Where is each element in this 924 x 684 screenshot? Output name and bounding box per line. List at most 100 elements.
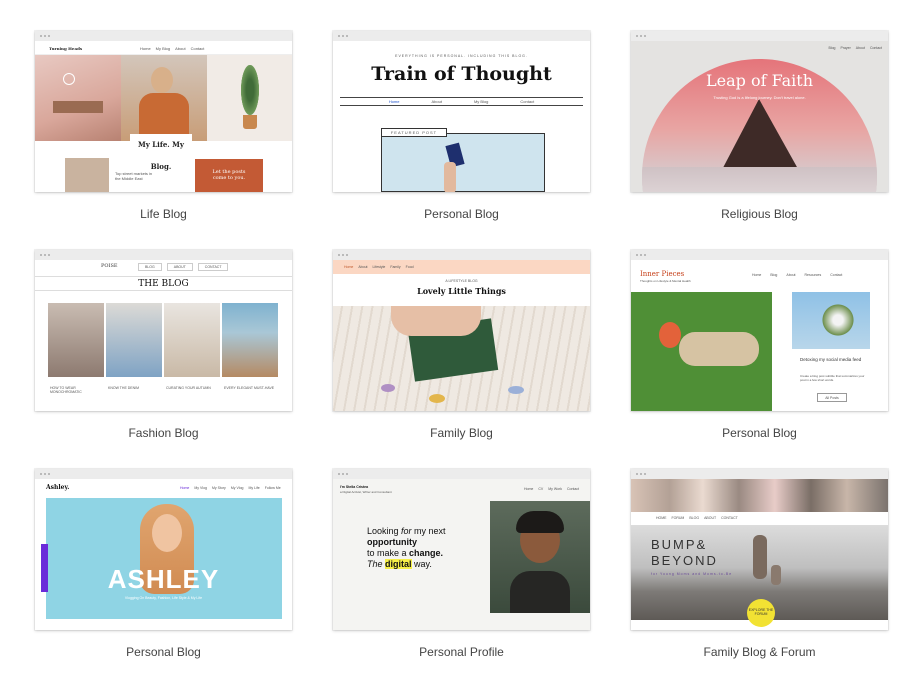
blog-subtitle: for Young Moms and Moms-to-Be bbox=[651, 572, 733, 576]
featured-image bbox=[381, 133, 545, 192]
post-image bbox=[792, 292, 870, 349]
template-preview: I'm Stella Cristea a Digital Activist, W… bbox=[333, 479, 590, 630]
photo-woman bbox=[121, 55, 207, 141]
photo-plant bbox=[207, 55, 292, 141]
browser-chrome bbox=[631, 250, 888, 260]
post-title: KNOW THE DENIM bbox=[108, 386, 140, 390]
template-thumbnail[interactable]: POISE BLOG ABOUT CONTACT THE BLOG HOW TO W… bbox=[35, 250, 292, 411]
post-image bbox=[222, 303, 278, 377]
browser-chrome bbox=[333, 250, 590, 260]
preview-nav: Home My Blog About Contact bbox=[140, 46, 205, 51]
template-thumbnail[interactable]: Inner Pieces Thoughts on Lifestyle & Men… bbox=[631, 250, 888, 411]
blog-title: Inner Pieces bbox=[640, 270, 685, 278]
tagline: EVERYTHING IS PERSONAL. INCLUDING THIS B… bbox=[395, 54, 528, 58]
template-preview: EVERYTHING IS PERSONAL. INCLUDING THIS B… bbox=[333, 41, 590, 192]
template-caption: Fashion Blog bbox=[128, 426, 199, 440]
template-card-personal-blog-1[interactable]: EVERYTHING IS PERSONAL. INCLUDING THIS B… bbox=[333, 31, 590, 221]
profile-photo bbox=[490, 501, 590, 613]
template-caption: Personal Profile bbox=[419, 645, 504, 659]
browser-chrome bbox=[333, 469, 590, 479]
hero-text: Looking for my next opportunity to make … bbox=[367, 526, 446, 569]
template-card-family-blog[interactable]: Home About Lifestyle Family Food A LIFESTYLE… bbox=[333, 250, 590, 440]
browser-chrome bbox=[35, 31, 292, 41]
template-card-life-blog[interactable]: Turning Heads Home My Blog About Contact My… bbox=[35, 31, 292, 221]
site-subtitle: a Digital Activist, Writer and Consultan… bbox=[340, 490, 392, 494]
template-thumbnail[interactable]: Home About Lifestyle Family Food A LIFESTYLE… bbox=[333, 250, 590, 411]
template-card-personal-profile[interactable]: I'm Stella Cristea a Digital Activist, W… bbox=[333, 469, 590, 659]
hero-name: ASHLEY bbox=[107, 564, 220, 594]
template-card-religious-blog[interactable]: Blog Prayer About Contact Leap of Faith Tru… bbox=[631, 31, 888, 221]
post-image bbox=[65, 158, 109, 192]
template-caption: Personal Blog bbox=[722, 426, 797, 440]
hero-subtitle: Vlogging On Beauty, Fashion, Life Style … bbox=[124, 596, 203, 600]
photo-interior bbox=[35, 55, 121, 141]
template-card-personal-blog-3[interactable]: Ashley. Home My Vlog My Story My Vlog My Lif… bbox=[35, 469, 292, 659]
template-caption: Personal Blog bbox=[424, 207, 499, 221]
template-card-family-blog-forum[interactable]: HOME FORUM BLOG ABOUT CONTACT BUMP& BEYOND f… bbox=[631, 469, 888, 659]
post-title: CURATING YOUR AUTUMN bbox=[166, 386, 211, 390]
template-preview: HOME FORUM BLOG ABOUT CONTACT BUMP& BEYOND f… bbox=[631, 479, 888, 630]
template-caption: Religious Blog bbox=[721, 207, 798, 221]
template-caption: Family Blog & Forum bbox=[703, 645, 816, 659]
preview-nav: Home CV My Work Contact bbox=[524, 487, 580, 491]
template-caption: Family Blog bbox=[430, 426, 493, 440]
hero-image bbox=[333, 306, 590, 411]
template-caption: Life Blog bbox=[140, 207, 187, 221]
post-image bbox=[48, 303, 104, 377]
template-preview: Inner Pieces Thoughts on Lifestyle & Men… bbox=[631, 260, 888, 411]
blog-title: Lovely Little Things bbox=[417, 286, 506, 296]
headline: My Life. My Blog. bbox=[130, 134, 192, 171]
template-preview: Home About Lifestyle Family Food A LIFESTYLE… bbox=[333, 260, 590, 411]
all-posts-button: All Posts bbox=[817, 393, 847, 402]
cta-box: Let the posts come to you. bbox=[195, 159, 263, 192]
template-thumbnail[interactable]: Turning Heads Home My Blog About Contact My… bbox=[35, 31, 292, 192]
site-name: Ashley. bbox=[46, 484, 70, 491]
browser-chrome bbox=[631, 469, 888, 479]
preview-nav: Home Blog About Resources Contact bbox=[752, 273, 843, 277]
template-thumbnail[interactable]: I'm Stella Cristea a Digital Activist, W… bbox=[333, 469, 590, 630]
template-preview: Ashley. Home My Vlog My Story My Vlog My Lif… bbox=[35, 479, 292, 630]
browser-chrome bbox=[631, 31, 888, 41]
template-preview: POISE BLOG ABOUT CONTACT THE BLOG HOW TO W… bbox=[35, 260, 292, 411]
preview-nav: Home About My Blog Contact bbox=[340, 97, 583, 106]
blog-title: Leap of Faith bbox=[705, 71, 813, 90]
blog-title: Train of Thought bbox=[371, 63, 552, 85]
blog-subtitle: Trusting God is a lifelong journey. Don'… bbox=[713, 95, 806, 100]
preview-nav: Blog Prayer About Contact bbox=[828, 46, 882, 50]
site-name: I'm Stella Cristea bbox=[340, 485, 369, 489]
browser-chrome bbox=[35, 250, 292, 260]
post-excerpt: Create a blog post subtitle that summari… bbox=[800, 374, 865, 382]
browser-chrome bbox=[35, 469, 292, 479]
page-heading: THE BLOG bbox=[35, 276, 292, 291]
template-thumbnail[interactable]: Ashley. Home My Vlog My Story My Vlog My Lif… bbox=[35, 469, 292, 630]
template-thumbnail[interactable]: HOME FORUM BLOG ABOUT CONTACT BUMP& BEYOND f… bbox=[631, 469, 888, 630]
site-name: Turning Heads bbox=[49, 46, 83, 51]
blog-title: BUMP& BEYOND bbox=[651, 537, 718, 568]
preview-nav: Home About Lifestyle Family Food bbox=[344, 265, 414, 269]
post-title: EVERY ELEGANT MUST-HAVE bbox=[224, 386, 275, 390]
browser-chrome bbox=[333, 31, 590, 41]
post-title: Top street markets in the Middle East bbox=[115, 171, 153, 181]
template-preview: Turning Heads Home My Blog About Contact My… bbox=[35, 41, 292, 192]
template-card-fashion-blog[interactable]: POISE BLOG ABOUT CONTACT THE BLOG HOW TO W… bbox=[35, 250, 292, 440]
preview-nav: Home My Vlog My Story My Vlog My Life Follow … bbox=[180, 486, 281, 490]
post-image bbox=[106, 303, 162, 377]
post-title: Detoxing my social media feed bbox=[800, 357, 862, 362]
post-title: HOW TO WEAR MONOCHROMATIC bbox=[50, 386, 82, 394]
preview-nav: BLOG ABOUT CONTACT bbox=[133, 263, 229, 271]
featured-label: FEATURED POST bbox=[381, 128, 447, 137]
explore-forum-badge: EXPLORE THE FORUM bbox=[747, 599, 775, 627]
hero-image bbox=[631, 292, 772, 411]
template-thumbnail[interactable]: Blog Prayer About Contact Leap of Faith Tru… bbox=[631, 31, 888, 192]
template-caption: Personal Blog bbox=[126, 645, 201, 659]
preview-nav: HOME FORUM BLOG ABOUT CONTACT bbox=[656, 516, 738, 520]
blog-subtitle: Thoughts on Lifestyle & Mental Health bbox=[640, 279, 691, 283]
photo-strip bbox=[631, 479, 888, 512]
post-image bbox=[164, 303, 220, 377]
site-name: POISE bbox=[101, 263, 118, 269]
template-thumbnail[interactable]: EVERYTHING IS PERSONAL. INCLUDING THIS B… bbox=[333, 31, 590, 192]
template-preview: Blog Prayer About Contact Leap of Faith Tru… bbox=[631, 41, 888, 192]
template-card-personal-blog-2[interactable]: Inner Pieces Thoughts on Lifestyle & Men… bbox=[631, 250, 888, 440]
hero-image bbox=[46, 498, 282, 619]
kicker: A LIFESTYLE BLOG bbox=[445, 279, 478, 283]
